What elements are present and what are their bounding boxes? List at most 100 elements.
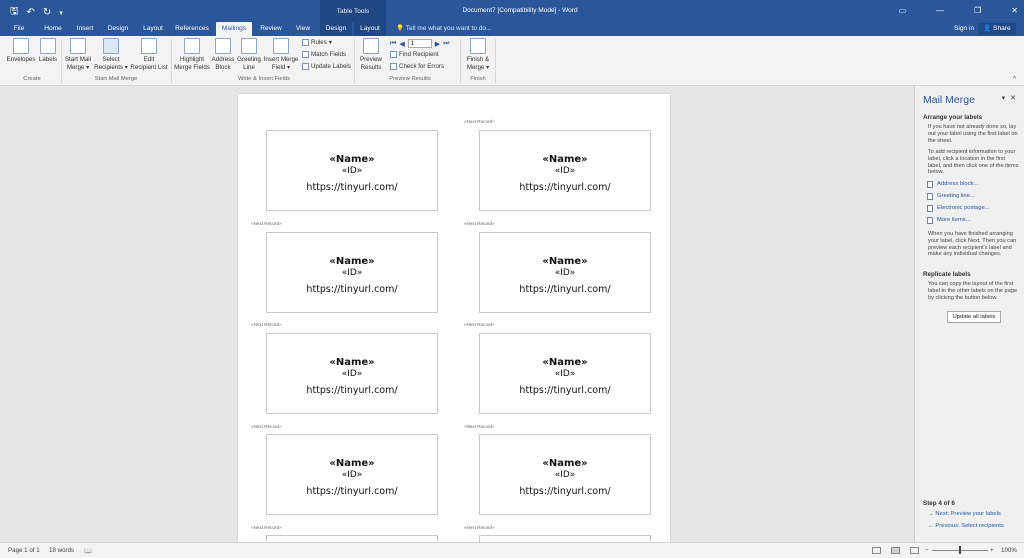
restore-icon[interactable]: ❐	[974, 6, 981, 15]
tell-me-box[interactable]: 💡 Tell me what you want to do...	[396, 22, 491, 36]
sign-in-link[interactable]: Sign in	[954, 22, 974, 36]
label-cell[interactable]: «Name» «ID» https://tinyurl.com/	[479, 434, 651, 515]
label-cell[interactable]: «Name» «ID» https://tinyurl.com/	[479, 232, 651, 313]
update-all-labels-button[interactable]: Update all labels	[947, 311, 1001, 323]
share-button[interactable]: 👤 Share	[978, 23, 1016, 35]
next-record-field: «Next Record»	[464, 221, 495, 226]
insert-merge-field-button[interactable]: Insert Merge Field ▾	[262, 38, 300, 71]
edit-list-icon	[141, 38, 157, 54]
label-cell[interactable]: «Name» «ID» https://tinyurl.com/	[266, 333, 438, 414]
pane-close-icon[interactable]: ✕	[1010, 94, 1016, 102]
zoom-in-icon[interactable]: +	[990, 547, 994, 554]
ribbon-display-icon[interactable]: ▭	[899, 6, 907, 15]
select-recipients-button[interactable]: Select Recipients ▾	[94, 38, 128, 71]
find-recipient-label: Find Recipient	[399, 51, 439, 58]
preview-results-button[interactable]: Preview Results	[357, 38, 385, 71]
lightbulb-icon: 💡	[396, 25, 406, 32]
save-icon[interactable]: 🖫	[10, 4, 19, 21]
arrange-heading: Arrange your labels	[923, 114, 983, 121]
tab-table-design[interactable]: Design	[320, 22, 352, 36]
tab-design[interactable]: Design	[103, 22, 133, 36]
mail-merge-icon	[70, 38, 86, 54]
proofing-icon[interactable]: 📖	[84, 547, 92, 555]
replicate-heading: Replicate labels	[923, 271, 971, 278]
select-recipients-label-1: Select	[102, 56, 120, 63]
last-record-icon[interactable]: ⏭	[443, 40, 449, 48]
tab-layout[interactable]: Layout	[138, 22, 168, 36]
document-page[interactable]: «Next Record» «Next Record» «Next Record…	[238, 94, 670, 542]
electronic-postage-link[interactable]: Electronic postage...	[927, 204, 990, 212]
greeting-line-link[interactable]: Greeting line...	[927, 192, 975, 200]
check-errors-label: Check for Errors	[399, 63, 445, 70]
label-cell[interactable]: «Name» «ID» https://tinyurl.com/	[266, 130, 438, 211]
zoom-level[interactable]: 100%	[1001, 547, 1017, 554]
pane-controls: ▾ ✕	[1002, 94, 1016, 102]
edit-recipient-list-button[interactable]: Edit Recipient List	[129, 38, 169, 71]
wizard-step: Step 4 of 6	[923, 500, 955, 507]
update-labels-button[interactable]: Update Labels	[302, 63, 351, 70]
next-step-link[interactable]: → Next: Preview your labels	[928, 511, 1001, 517]
edit-list-label-2: Recipient List	[130, 63, 168, 71]
record-number-input[interactable]: 1	[407, 39, 432, 48]
highlight-merge-fields-button[interactable]: Highlight Merge Fields	[173, 38, 211, 71]
preview-label-2: Results	[360, 63, 382, 71]
print-layout-icon[interactable]	[891, 547, 900, 554]
pane-options-icon[interactable]: ▾	[1002, 94, 1006, 102]
label-cell[interactable]: «Name» «ID» https://tinyurl.com/	[479, 333, 651, 414]
next-record-icon[interactable]: ▶	[435, 40, 440, 48]
tab-mailings[interactable]: Mailings	[216, 22, 252, 36]
greeting-line-button[interactable]: Greeting Line	[236, 38, 262, 71]
first-record-icon[interactable]: ⏮	[390, 40, 396, 48]
insert-field-label-2: Field	[271, 63, 286, 71]
next-step-label: Next: Preview your labels	[935, 511, 1001, 517]
address-label-1: Address	[211, 56, 235, 63]
address-block-link[interactable]: Address block...	[927, 180, 978, 188]
undo-icon[interactable]: ↶	[27, 7, 35, 18]
tab-view[interactable]: View	[289, 22, 317, 36]
start-mail-merge-label-2: Merge	[66, 63, 85, 71]
tab-references[interactable]: References	[172, 22, 212, 36]
group-preview-label: Preview Results	[389, 76, 431, 82]
group-create-label: Create	[23, 76, 41, 82]
tab-review[interactable]: Review	[256, 22, 286, 36]
previous-record-icon[interactable]: ◀	[399, 40, 404, 48]
envelopes-label: Envelopes	[6, 56, 36, 63]
page-count[interactable]: Page 1 of 1	[8, 547, 40, 554]
find-recipient-button[interactable]: Find Recipient	[390, 51, 439, 58]
check-errors-button[interactable]: Check for Errors	[390, 63, 444, 70]
zoom-slider-thumb[interactable]	[959, 546, 961, 554]
replicate-instructions: You can copy the layout of the first lab…	[928, 281, 1017, 301]
customize-qat-icon[interactable]: ▾	[59, 9, 63, 17]
match-fields-label: Match Fields	[311, 51, 347, 58]
start-mail-merge-button[interactable]: Start Mail Merge ▾	[63, 38, 93, 71]
zoom-out-icon[interactable]: −	[925, 547, 929, 554]
separator	[495, 39, 496, 83]
label-cell[interactable]	[479, 535, 651, 542]
finish-merge-button[interactable]: Finish & Merge ▾	[463, 38, 493, 71]
web-layout-icon[interactable]	[910, 547, 919, 554]
more-items-link[interactable]: More items...	[927, 216, 971, 224]
postage-icon	[927, 204, 933, 212]
rules-button[interactable]: Rules ▾	[302, 39, 332, 46]
label-cell[interactable]: «Name» «ID» https://tinyurl.com/	[266, 434, 438, 515]
redo-icon[interactable]: ↻	[43, 7, 51, 18]
previous-step-link[interactable]: ← Previous: Select recipients	[928, 523, 1004, 529]
label-cell[interactable]	[266, 535, 438, 542]
minimize-icon[interactable]: —	[936, 6, 944, 15]
label-cell[interactable]: «Name» «ID» https://tinyurl.com/	[479, 130, 651, 211]
tab-insert[interactable]: Insert	[70, 22, 100, 36]
tab-file[interactable]: File	[6, 22, 32, 36]
envelopes-button[interactable]: Envelopes	[6, 38, 36, 64]
label-cell[interactable]: «Name» «ID» https://tinyurl.com/	[266, 232, 438, 313]
collapse-ribbon-icon[interactable]: ^	[1013, 76, 1016, 83]
close-icon[interactable]: ✕	[1011, 6, 1018, 15]
tab-home[interactable]: Home	[38, 22, 68, 36]
tab-table-layout[interactable]: Layout	[354, 22, 386, 36]
labels-button[interactable]: Labels	[37, 38, 59, 64]
document-area[interactable]: «Next Record» «Next Record» «Next Record…	[0, 86, 914, 542]
greeting-line-link-label: Greeting line...	[937, 193, 975, 199]
word-count[interactable]: 18 words	[49, 547, 74, 554]
address-block-button[interactable]: Address Block	[211, 38, 235, 71]
read-mode-icon[interactable]	[872, 547, 881, 554]
match-fields-button[interactable]: Match Fields	[302, 51, 346, 58]
